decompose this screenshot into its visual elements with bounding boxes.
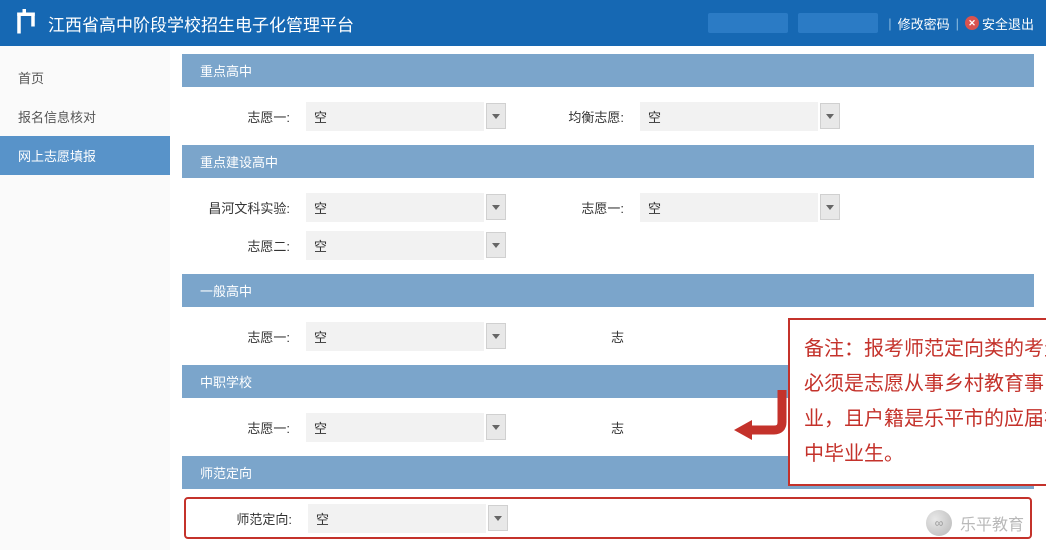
select-changhe[interactable]: 空 xyxy=(306,193,506,222)
select-value: 空 xyxy=(306,102,484,131)
select-normal-school[interactable]: 空 xyxy=(308,504,508,533)
chevron-down-icon xyxy=(486,323,506,349)
normal-school-highlight-box: 师范定向: 空 xyxy=(184,497,1032,539)
exit-icon: ✕ xyxy=(965,16,979,30)
field-label-partial: 志 xyxy=(550,418,640,437)
select-value: 空 xyxy=(640,102,818,131)
select-value: 空 xyxy=(640,193,818,222)
chevron-down-icon xyxy=(820,194,840,220)
app-title: 江西省高中阶段学校招生电子化管理平台 xyxy=(48,11,354,36)
field-label: 志愿一: xyxy=(186,327,306,346)
main-content: 重点高中 志愿一: 空 均衡志愿: 空 重点建设高中 昌河文科实验: xyxy=(170,46,1046,550)
select-value: 空 xyxy=(306,193,484,222)
field-label-partial: 志 xyxy=(550,327,640,346)
select-key-high-choice1[interactable]: 空 xyxy=(306,102,506,131)
section-header-key-high: 重点高中 xyxy=(182,54,1034,87)
select-general-choice1[interactable]: 空 xyxy=(306,322,506,351)
select-value: 空 xyxy=(306,231,484,260)
chevron-down-icon xyxy=(486,194,506,220)
select-keybuild-choice1[interactable]: 空 xyxy=(640,193,840,222)
safe-exit-link[interactable]: ✕ 安全退出 xyxy=(965,14,1034,33)
header-left: 江西省高中阶段学校招生电子化管理平台 xyxy=(12,9,354,37)
user-info-pill-2 xyxy=(798,13,878,33)
section-header-general: 一般高中 xyxy=(182,274,1034,307)
field-label: 师范定向: xyxy=(188,509,308,528)
chevron-down-icon xyxy=(488,505,508,531)
chevron-down-icon xyxy=(486,103,506,129)
sidebar-item-application[interactable]: 网上志愿填报 xyxy=(0,136,170,175)
chevron-down-icon xyxy=(820,103,840,129)
user-info-pill xyxy=(708,13,788,33)
app-logo-icon xyxy=(12,9,40,37)
safe-exit-label: 安全退出 xyxy=(982,14,1034,33)
field-label: 昌河文科实验: xyxy=(186,198,306,217)
chevron-down-icon xyxy=(486,232,506,258)
field-label: 志愿一: xyxy=(186,418,306,437)
select-value: 空 xyxy=(306,322,484,351)
callout-note: 备注：报考师范定向类的考生必须是志愿从事乡村教育事业，且户籍是乐平市的应届初中毕… xyxy=(788,318,1046,486)
section-header-key-build: 重点建设高中 xyxy=(182,145,1034,178)
field-label: 志愿一: xyxy=(186,107,306,126)
select-value: 空 xyxy=(308,504,486,533)
field-label: 志愿一: xyxy=(550,198,640,217)
select-key-high-balance[interactable]: 空 xyxy=(640,102,840,131)
select-value: 空 xyxy=(306,413,484,442)
app-header: 江西省高中阶段学校招生电子化管理平台 | 修改密码 | ✕ 安全退出 xyxy=(0,0,1046,46)
select-keybuild-choice2[interactable]: 空 xyxy=(306,231,506,260)
sidebar-item-home[interactable]: 首页 xyxy=(0,58,170,97)
sidebar: 首页 报名信息核对 网上志愿填报 xyxy=(0,46,170,550)
sidebar-item-verify[interactable]: 报名信息核对 xyxy=(0,97,170,136)
header-divider: | xyxy=(956,16,959,31)
field-label: 志愿二: xyxy=(186,236,306,255)
field-label: 均衡志愿: xyxy=(550,107,640,126)
header-divider: | xyxy=(888,16,891,31)
chevron-down-icon xyxy=(486,414,506,440)
header-right: | 修改密码 | ✕ 安全退出 xyxy=(708,13,1034,33)
change-password-link[interactable]: 修改密码 xyxy=(898,14,950,33)
select-vocational-choice1[interactable]: 空 xyxy=(306,413,506,442)
